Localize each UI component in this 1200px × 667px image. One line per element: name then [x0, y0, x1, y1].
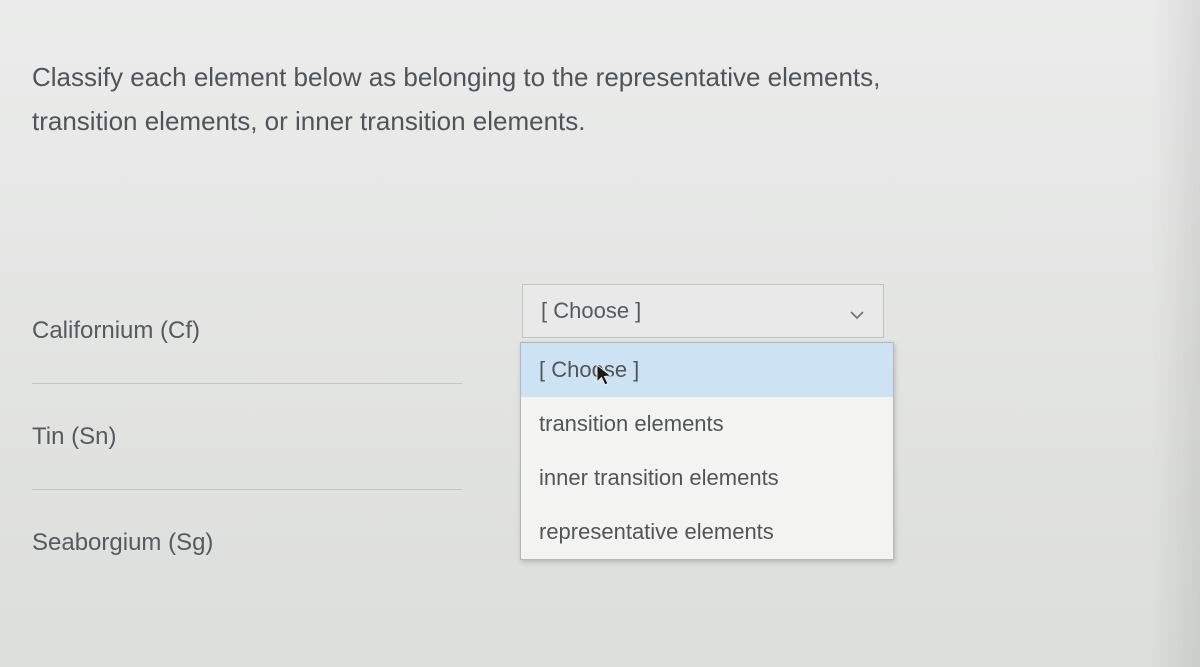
option-inner-transition[interactable]: inner transition elements — [521, 451, 893, 505]
select-californium[interactable]: [ Choose ] — [522, 284, 884, 338]
chevron-down-icon — [849, 303, 865, 319]
row-californium: Californium (Cf) [ Choose ] [ Choose ] t… — [32, 278, 1168, 384]
label-tin: Tin (Sn) — [32, 423, 462, 451]
items-area: Californium (Cf) [ Choose ] [ Choose ] t… — [32, 278, 1168, 596]
select-californium-dropdown: [ Choose ] transition elements inner tra… — [520, 342, 894, 560]
question-prompt: Classify each element below as belonging… — [32, 55, 952, 143]
label-seaborgium: Seaborgium (Sg) — [32, 529, 462, 557]
select-californium-value: [ Choose ] — [541, 298, 641, 324]
option-transition[interactable]: transition elements — [521, 397, 893, 451]
option-representative[interactable]: representative elements — [521, 505, 893, 559]
option-choose[interactable]: [ Choose ] — [521, 343, 893, 397]
label-californium: Californium (Cf) — [32, 317, 462, 345]
